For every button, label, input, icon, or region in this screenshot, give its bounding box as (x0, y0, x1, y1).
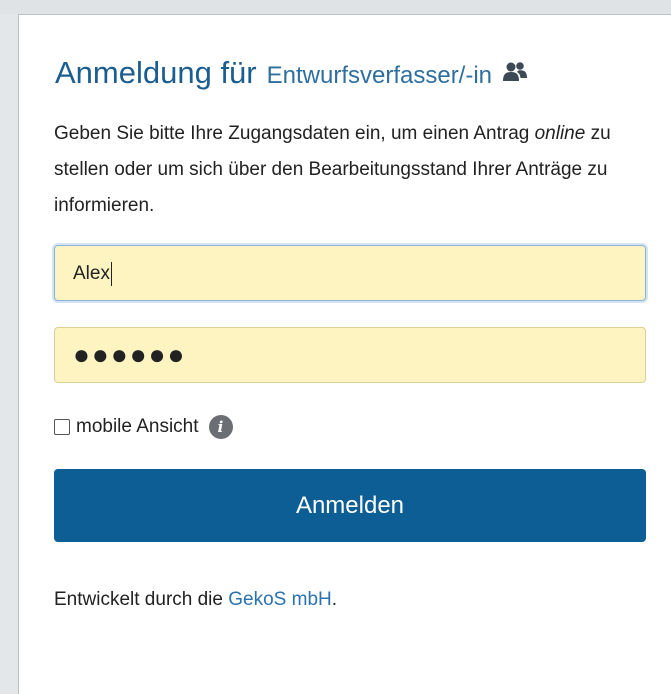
info-icon[interactable]: i (208, 415, 233, 439)
username-input[interactable]: Alex (54, 245, 646, 301)
login-button-label: Anmelden (295, 491, 405, 519)
footer-credit: Entwickelt durch die GekoS mbH. (54, 589, 337, 611)
username-value: Alex (73, 263, 110, 284)
title-sub: Entwurfsverfasser/-in (266, 62, 493, 89)
company-link[interactable]: GekoS mbH (228, 589, 331, 610)
text-caret (110, 261, 112, 286)
window-top-bar (0, 0, 671, 14)
password-input[interactable]: ●●●●●● (54, 327, 646, 383)
login-button[interactable]: Anmelden (54, 469, 646, 542)
footer-prefix: Entwickelt durch die (54, 589, 229, 610)
login-panel: Anmeldung für Entwurfsverfasser/-in Gebe… (18, 14, 671, 694)
intro-part1: Geben Sie bitte Ihre Zugangsdaten ein, u… (54, 123, 535, 144)
mobile-view-label[interactable]: mobile Ansicht (76, 416, 199, 438)
users-icon (502, 61, 528, 83)
password-value: ●●●●●● (73, 339, 187, 370)
intro-emphasis: online (534, 123, 586, 144)
mobile-view-row: mobile Ansicht i (54, 415, 233, 439)
login-title: Anmeldung für Entwurfsverfasser/-in (55, 55, 528, 91)
footer-suffix: . (331, 589, 338, 610)
title-main: Anmeldung für (55, 55, 257, 90)
mobile-view-checkbox[interactable] (54, 419, 70, 435)
intro-text: Geben Sie bitte Ihre Zugangsdaten ein, u… (54, 116, 614, 224)
